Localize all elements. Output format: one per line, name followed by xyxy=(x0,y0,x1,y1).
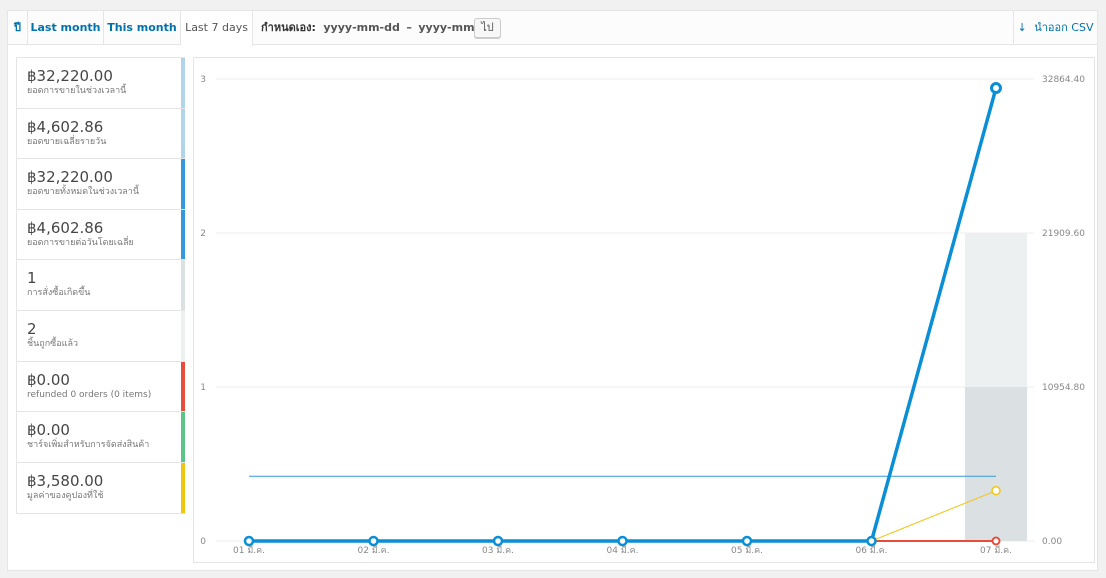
bar xyxy=(965,387,1027,541)
x-tick-label: 05 มี.ค. xyxy=(731,545,763,556)
legend-amount: ฿4,602.86 xyxy=(27,117,104,136)
chart-legend: ฿32,220.00 ยอดการขายในช่วงเวลานี้ ฿4,602.8… xyxy=(16,57,185,515)
sales-chart: 0 1 2 3 0.00 10954.80 21909.60 32864.40 01 มี.ค.… xyxy=(200,75,1085,556)
date-from-input[interactable]: yyyy-mm-dd xyxy=(323,21,399,34)
data-point xyxy=(990,82,1002,95)
data-point xyxy=(991,485,1001,496)
data-point xyxy=(991,536,1001,546)
tab-year[interactable]: ปี xyxy=(8,11,28,45)
y-left-tick-label: 1 xyxy=(200,383,206,393)
x-tick-label: 01 มี.ค. xyxy=(233,545,265,556)
legend-color-bar xyxy=(181,58,185,108)
custom-range-label: กำหนดเอง: xyxy=(261,21,316,34)
legend-amount: 1 xyxy=(27,269,37,288)
x-tick-label: 03 มี.ค. xyxy=(482,545,514,556)
legend-item[interactable]: ฿4,602.86 ยอดการขายต่อวันโดยเฉลี่ย xyxy=(17,209,185,261)
legend-description: ยอดการขายในช่วงเวลานี้ xyxy=(27,86,127,96)
legend-amount: ฿32,220.00 xyxy=(27,67,113,85)
legend-item[interactable]: ฿32,220.00 ยอดการขายในช่วงเวลานี้ xyxy=(17,58,185,109)
legend-amount: ฿4,602.86 xyxy=(27,218,104,237)
date-separator: – xyxy=(406,21,412,34)
y-right-tick-label: 32864.40 xyxy=(1042,75,1085,85)
report-panel: ปี Last month This month Last 7 days กำห… xyxy=(7,10,1098,571)
legend-color-bar xyxy=(181,260,185,310)
go-button[interactable]: ไป xyxy=(474,18,501,38)
legend-amount: ฿32,220.00 xyxy=(27,168,113,187)
tab-last-month[interactable]: Last month xyxy=(28,11,104,45)
x-tick-label: 07 มี.ค. xyxy=(980,545,1012,556)
export-csv-button[interactable]: ↓ นำออก CSV xyxy=(1013,11,1097,45)
tab-last-7-days[interactable]: Last 7 days xyxy=(181,11,253,46)
legend-color-bar xyxy=(181,159,185,209)
legend-color-bar xyxy=(181,108,185,159)
legend-description: ยอดการขายต่อวันโดยเฉลี่ย xyxy=(27,237,134,248)
legend-item[interactable]: 2 ชิ้นถูกซื้อแล้ว xyxy=(17,310,185,362)
data-point xyxy=(741,535,753,547)
legend-color-bar xyxy=(181,310,185,361)
legend-description: refunded 0 orders (0 items) xyxy=(27,389,152,400)
legend-color-bar xyxy=(181,361,185,412)
legend-color-bar xyxy=(181,462,185,514)
y-left-tick-label: 0 xyxy=(200,537,206,547)
x-tick-label: 02 มี.ค. xyxy=(358,545,390,556)
x-tick-label: 06 มี.ค. xyxy=(856,545,888,556)
y-left-tick-label: 3 xyxy=(200,75,206,85)
legend-item[interactable]: 1 การสั่งซื้อเกิดขึ้น xyxy=(17,260,185,311)
legend-amount: ฿0.00 xyxy=(27,370,70,389)
legend-description: ยอดขายเฉลี่ยรายวัน xyxy=(27,136,107,147)
y-right-tick-label: 21909.60 xyxy=(1042,229,1085,239)
tab-this-month[interactable]: This month xyxy=(104,11,181,45)
legend-amount: 2 xyxy=(27,319,37,338)
custom-range: กำหนดเอง: yyyy-mm-dd – yyyy-mm-dd xyxy=(261,11,495,45)
legend-item[interactable]: ฿4,602.86 ยอดขายเฉลี่ยรายวัน xyxy=(17,108,185,160)
data-point xyxy=(617,535,628,547)
y-right-tick-label: 10954.80 xyxy=(1042,383,1085,393)
data-point xyxy=(243,535,255,547)
data-point xyxy=(866,535,877,547)
range-tabs: ปี Last month This month Last 7 days กำห… xyxy=(8,11,1097,46)
legend-description: มูลค่าของคูปองที่ใช้ xyxy=(27,490,104,501)
x-tick-label: 04 มี.ค. xyxy=(607,545,639,556)
y-left-tick-label: 2 xyxy=(200,229,206,239)
legend-description: ชาร์จเพิ่มสำหรับการจัดส่งสินค้า xyxy=(27,440,150,451)
legend-color-bar xyxy=(181,412,185,462)
series-line xyxy=(249,87,998,543)
legend-amount: ฿3,580.00 xyxy=(27,471,104,490)
legend-description: การสั่งซื้อเกิดขึ้น xyxy=(27,288,91,299)
y-right-tick-label: 0.00 xyxy=(1042,537,1062,547)
data-point xyxy=(492,535,504,547)
export-csv-label: นำออก CSV xyxy=(1034,21,1094,34)
legend-amount: ฿0.00 xyxy=(27,421,70,440)
legend-item[interactable]: ฿0.00 refunded 0 orders (0 items) xyxy=(17,361,185,413)
data-point xyxy=(368,535,379,547)
download-icon: ↓ xyxy=(1017,21,1027,34)
legend-color-bar xyxy=(181,209,185,260)
legend-description: ยอดขายทั้งหมดในช่วงเวลานี้ xyxy=(27,187,139,198)
chart-area: 0 1 2 3 0.00 10954.80 21909.60 32864.40 01 มี.ค.… xyxy=(193,57,1095,563)
legend-description: ชิ้นถูกซื้อแล้ว xyxy=(27,338,79,349)
legend-item[interactable]: ฿0.00 ชาร์จเพิ่มสำหรับการจัดส่งสินค้า xyxy=(17,412,185,463)
legend-item[interactable]: ฿3,580.00 มูลค่าของคูปองที่ใช้ xyxy=(17,462,185,514)
legend-item[interactable]: ฿32,220.00 ยอดขายทั้งหมดในช่วงเวลานี้ xyxy=(17,159,185,210)
